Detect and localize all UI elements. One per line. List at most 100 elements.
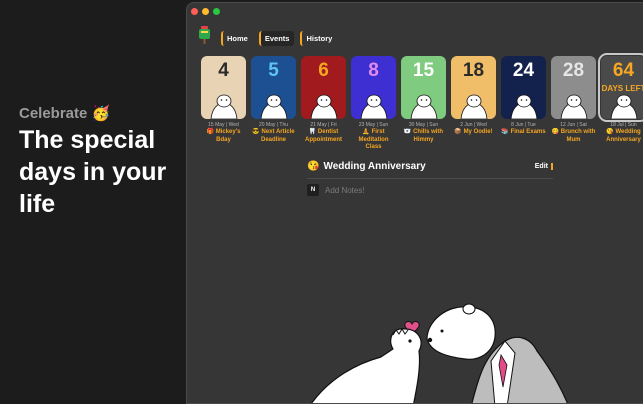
party-face-icon: 🥳: [91, 105, 111, 122]
event-tile[interactable]: 28: [551, 56, 596, 119]
event-tile[interactable]: 18: [451, 56, 496, 119]
event-date: 8 Jun | Tue 📚: [501, 122, 546, 128]
event-title: 😎 Next Article Deadline: [251, 129, 296, 144]
tab-history[interactable]: History: [300, 31, 337, 46]
event-date: 2 Jun | Wed 📦: [451, 122, 496, 128]
days-count: 8: [368, 60, 379, 81]
bear-illustration: [460, 94, 488, 119]
yum-icon: 😋: [551, 129, 560, 135]
days-count: 28: [562, 60, 585, 81]
sunglasses-icon: 😎: [252, 129, 260, 135]
event-card[interactable]: 24 8 Jun | Tue 📚 📚 Final Exams: [501, 56, 546, 152]
event-tile[interactable]: 24: [501, 56, 546, 119]
meditation-icon: 🧘: [362, 129, 370, 135]
bear-illustration: [260, 94, 288, 119]
notes-row[interactable]: N Add Notes!: [307, 184, 365, 196]
app-logo-icon: [199, 26, 210, 44]
event-date-text: 18 Jul | Sun: [610, 122, 637, 128]
event-title: 🦷 Dentist Appointment: [301, 129, 346, 144]
event-date: 21 May | Fri 🦷: [301, 122, 346, 128]
polar-bear-icon: 🐻‍❄️: [403, 129, 412, 135]
event-date: 18 Jul | Sun 😘: [601, 122, 643, 128]
event-cards-row: 4 15 May | Wed 🎁 🎁 Mickey's Bday 5 20 Ma…: [201, 53, 643, 152]
event-date-text: 2 Jun | Wed: [460, 122, 487, 128]
event-tile[interactable]: 4: [201, 56, 246, 119]
days-count: 24: [512, 60, 535, 81]
event-date: 30 May | Sun 🐻‍❄️: [401, 122, 446, 128]
event-date-text: 23 May | Sun: [358, 122, 389, 128]
promo-kicker: Celebrate 🥳: [19, 104, 110, 122]
bear-illustration: [560, 94, 588, 119]
event-detail-title-text: Wedding Anniversary: [323, 161, 426, 172]
event-tile[interactable]: 5: [251, 56, 296, 119]
days-count: 64: [612, 60, 635, 81]
kiss-face-icon: 😘: [307, 161, 320, 172]
event-date: 15 May | Wed 🎁: [201, 122, 246, 128]
event-date-text: 20 May | Thu: [259, 122, 288, 128]
event-tile[interactable]: 6: [301, 56, 346, 119]
event-card[interactable]: 5 20 May | Thu 😎 😎 Next Article Deadline: [251, 56, 296, 152]
event-date: 12 Jun | Sat 😋: [551, 122, 596, 128]
event-date: 20 May | Thu 😎: [251, 122, 296, 128]
traffic-lights: [191, 8, 220, 15]
bear-illustration: [410, 94, 438, 119]
kiss-icon: 😘: [606, 129, 614, 135]
event-tile[interactable]: 64 DAYS LEFT: [598, 53, 643, 122]
zoom-window-button[interactable]: [213, 8, 220, 15]
detail-divider: [307, 178, 553, 179]
event-date: 23 May | Sun 🧘: [351, 122, 396, 128]
bear-illustration: [360, 94, 388, 119]
edit-button[interactable]: Edit: [535, 163, 553, 170]
event-tile[interactable]: 8: [351, 56, 396, 119]
add-notes-input[interactable]: Add Notes!: [325, 186, 365, 195]
event-date-text: 21 May | Fri: [310, 122, 337, 128]
bear-illustration: [210, 94, 238, 119]
event-card[interactable]: 28 12 Jun | Sat 😋 😋 Brunch with Mum: [551, 56, 596, 152]
event-detail-title: 😘 Wedding Anniversary: [307, 161, 426, 172]
event-card[interactable]: 6 21 May | Fri 🦷 🦷 Dentist Appointment: [301, 56, 346, 152]
event-card[interactable]: 8 23 May | Sun 🧘 🧘 First Meditation Clas…: [351, 56, 396, 152]
event-date-text: 30 May | Sun: [408, 122, 439, 128]
gift-icon: 🎁: [206, 129, 215, 135]
minimize-window-button[interactable]: [202, 8, 209, 15]
event-tile[interactable]: 15: [401, 56, 446, 119]
event-title: 🎁 Mickey's Bday: [201, 129, 246, 144]
bear-illustration: [310, 94, 338, 119]
promo-headline: The special days in your life: [19, 126, 167, 218]
event-card[interactable]: 18 2 Jun | Wed 📦 📦 My Oodie!: [451, 56, 496, 152]
main-nav: Home Events History: [221, 31, 337, 46]
tab-home[interactable]: Home: [221, 31, 253, 46]
event-title: 😘 Wedding Anniversary: [601, 129, 643, 144]
event-title: 📦 My Oodie!: [451, 129, 496, 137]
event-title-text: My Oodie!: [463, 129, 493, 135]
days-count: 15: [412, 60, 435, 81]
event-title: 🧘 First Meditation Class: [351, 129, 396, 152]
package-icon: 📦: [454, 129, 462, 135]
event-title: 😋 Brunch with Mum: [551, 129, 596, 144]
notes-icon: N: [307, 184, 319, 196]
event-card[interactable]: 64 DAYS LEFT 18 Jul | Sun 😘 😘 Wedding An…: [598, 53, 643, 152]
event-title: 🐻‍❄️ Chills with Himmy: [401, 129, 446, 144]
app-window: Home Events History 4 15 May | Wed 🎁 🎁 M…: [186, 2, 643, 404]
event-date-text: 15 May | Wed: [208, 122, 239, 128]
event-title-text: Next Article Deadline: [260, 129, 295, 143]
event-date-text: 12 Jun | Sat: [560, 122, 587, 128]
kicker-text: Celebrate: [19, 105, 88, 122]
event-title-text: Final Exams: [510, 129, 546, 135]
tab-events[interactable]: Events: [258, 31, 295, 46]
days-count: 6: [318, 60, 329, 81]
days-count: 5: [268, 60, 279, 81]
event-card[interactable]: 4 15 May | Wed 🎁 🎁 Mickey's Bday: [201, 56, 246, 152]
event-title-text: Chills with Himmy: [413, 129, 444, 143]
close-window-button[interactable]: [191, 8, 198, 15]
promo-panel: Celebrate 🥳 The special days in your lif…: [0, 0, 186, 402]
event-card[interactable]: 15 30 May | Sun 🐻‍❄️ 🐻‍❄️ Chills with Hi…: [401, 56, 446, 152]
days-count: 4: [218, 60, 229, 81]
event-title-text: Mickey's Bday: [215, 129, 241, 143]
tooth-icon: 🦷: [308, 129, 317, 135]
books-icon: 📚: [501, 129, 509, 135]
couple-bears-illustration: [311, 303, 568, 403]
days-count: 18: [462, 60, 485, 81]
bear-illustration: [510, 94, 538, 119]
event-title-text: Brunch with Mum: [560, 129, 596, 143]
